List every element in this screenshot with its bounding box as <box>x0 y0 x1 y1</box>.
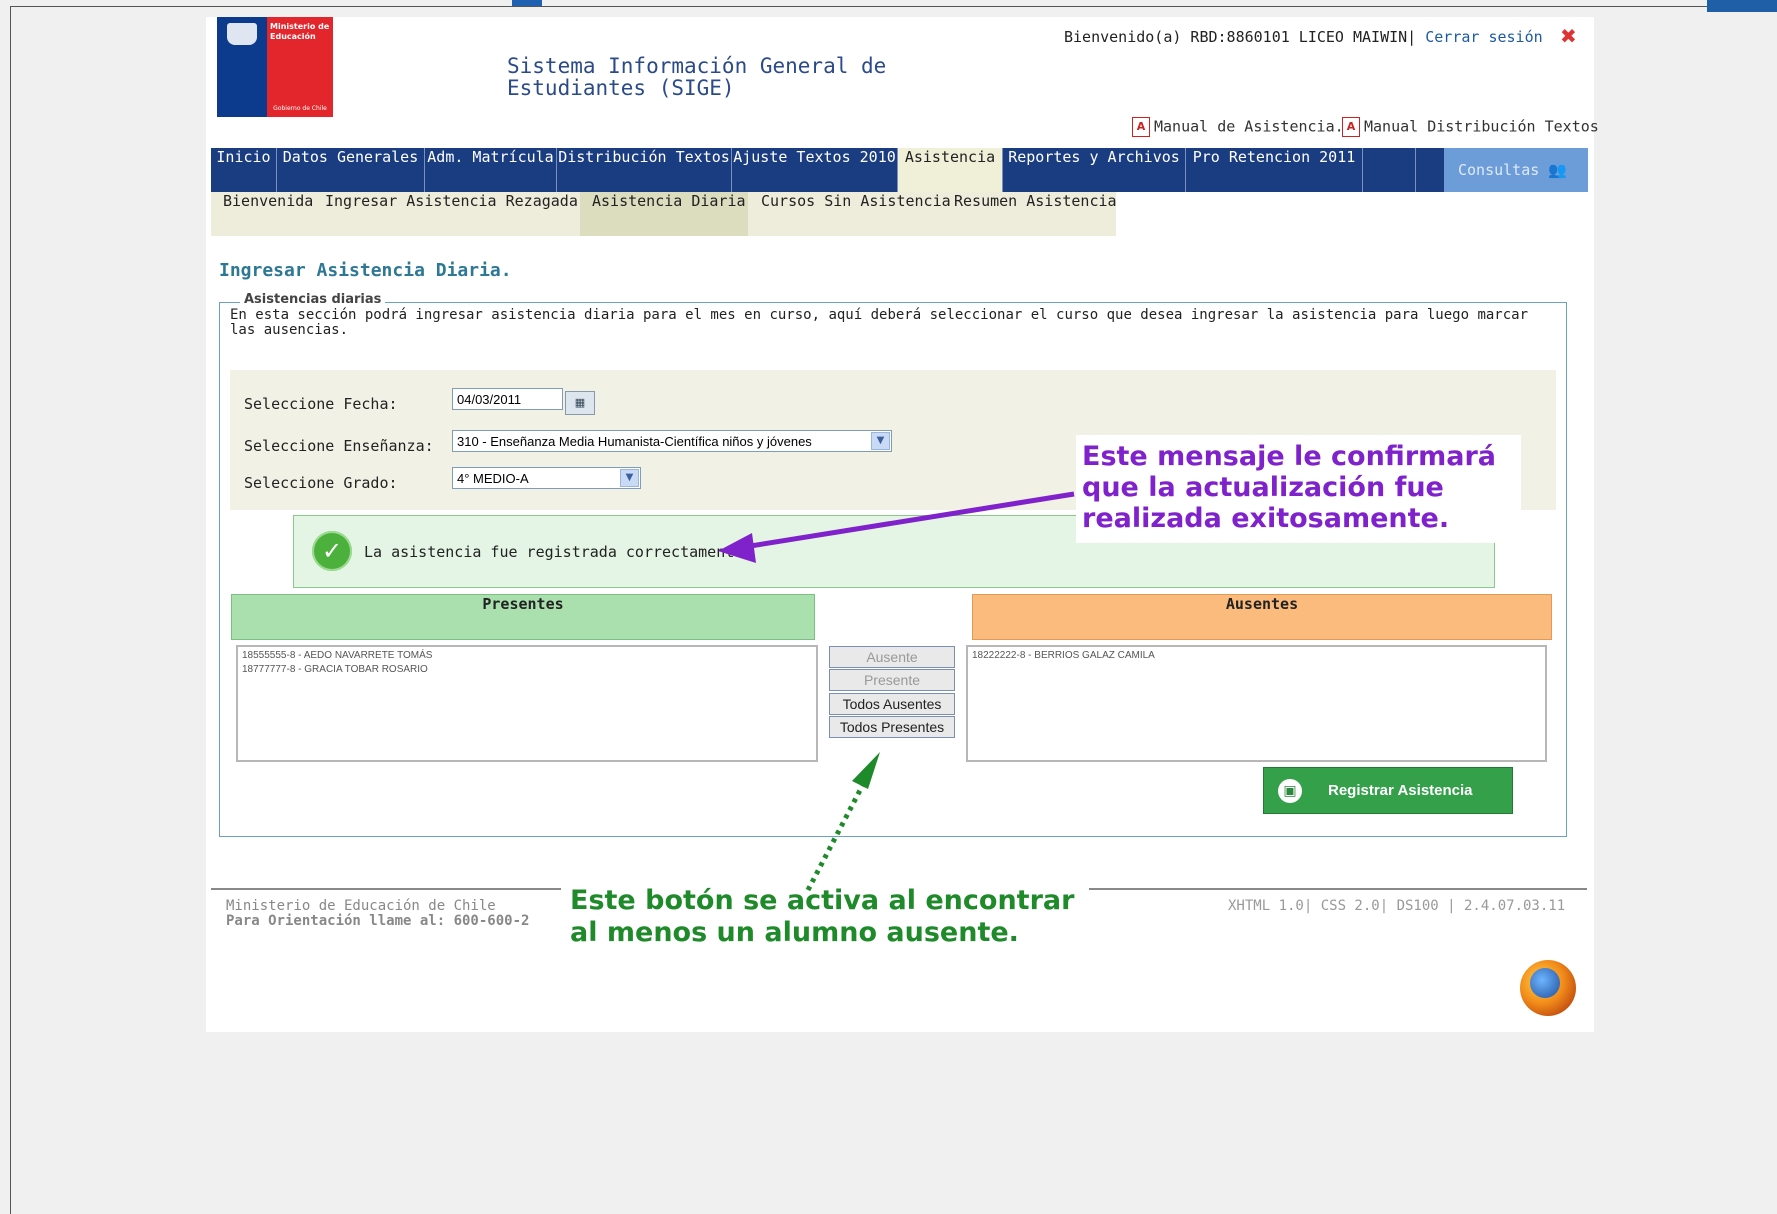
footer-ministerio: Ministerio de Educación de Chile <box>226 898 496 914</box>
check-icon: ✓ <box>312 531 352 571</box>
subnav-item-cursos-sin-asistencia[interactable]: Cursos Sin Asistencia <box>749 192 951 236</box>
annotation-confirm-message: Este mensaje le confirmará que la actual… <box>1076 435 1521 543</box>
nav-item-adm-matricula[interactable]: Adm. Matrícula <box>425 148 557 192</box>
manual-asistencia-link[interactable]: A Manual de Asistencia. <box>1132 117 1344 137</box>
top-edge-marker <box>512 0 542 6</box>
grado-select[interactable]: 4° MEDIO-A ▼ <box>452 467 641 489</box>
success-message: La asistencia fue registrada correctamen… <box>364 543 753 561</box>
nav-item-consultas[interactable]: Consultas 👥 <box>1444 148 1588 192</box>
list-item[interactable]: 18555555-8 - AEDO NAVARRETE TOMÁS <box>242 649 812 663</box>
footer-orientacion: Para Orientación llame al: 600-600-2 <box>226 913 530 929</box>
subnav-item-bienvenida[interactable]: Bienvenida <box>211 192 313 236</box>
grado-label: Seleccione Grado: <box>244 474 398 492</box>
subnav-item-asistencia-diaria[interactable]: Asistencia Diaria <box>580 192 748 236</box>
footer-divider <box>1082 888 1587 890</box>
welcome-bar: Bienvenido(a) RBD:8860101 LICEO MAIWIN| … <box>1064 28 1543 46</box>
main-nav: Inicio Datos Generales Adm. Matrícula Di… <box>211 148 1588 192</box>
intro-text: En esta sección podrá ingresar asistenci… <box>230 307 1529 338</box>
pdf-icon: A <box>1342 117 1360 137</box>
ausentes-list[interactable]: 18222222-8 - BERRIOS GALAZ CAMILA <box>966 645 1547 762</box>
calendar-icon[interactable]: ▦ <box>565 391 595 415</box>
chevron-down-icon: ▼ <box>620 469 639 487</box>
presentes-list[interactable]: 18555555-8 - AEDO NAVARRETE TOMÁS 187777… <box>236 645 818 762</box>
nav-item-pro-retencion[interactable]: Pro Retencion 2011 <box>1186 148 1363 192</box>
manual-distribucion-link[interactable]: A Manual Distribución Textos <box>1342 117 1599 137</box>
fecha-input[interactable]: 04/03/2011 <box>452 388 563 410</box>
footer-versions: XHTML 1.0| CSS 2.0| DS100 | 2.4.07.03.11 <box>1228 898 1566 914</box>
nav-item-reportes[interactable]: Reportes y Archivos <box>1003 148 1186 192</box>
todos-ausentes-button[interactable]: Todos Ausentes <box>829 693 955 715</box>
firefox-icon <box>1520 960 1576 1016</box>
logo-text: Ministerio de Educación <box>270 22 330 41</box>
logout-link[interactable]: Cerrar sesión <box>1425 28 1542 46</box>
chevron-down-icon: ▼ <box>871 432 890 450</box>
nav-item-asistencia[interactable]: Asistencia <box>898 148 1003 192</box>
users-icon: 👥 <box>1548 161 1567 179</box>
fecha-label: Seleccione Fecha: <box>244 395 398 413</box>
welcome-text: Bienvenido(a) RBD:8860101 LICEO MAIWIN| <box>1064 28 1417 46</box>
ministerio-logo[interactable]: Ministerio de Educación Gobierno de Chile <box>217 17 333 117</box>
nav-item-ajuste-textos[interactable]: Ajuste Textos 2010 <box>732 148 898 192</box>
nav-item-inicio[interactable]: Inicio <box>211 148 277 192</box>
ensenanza-select[interactable]: 310 - Enseñanza Media Humanista-Científi… <box>452 430 892 452</box>
crest-icon <box>227 23 257 45</box>
pdf-icon: A <box>1132 117 1150 137</box>
list-item[interactable]: 18222222-8 - BERRIOS GALAZ CAMILA <box>972 649 1541 663</box>
list-item[interactable]: 18777777-8 - GRACIA TOBAR ROSARIO <box>242 663 812 677</box>
ausente-button[interactable]: Ausente <box>829 646 955 668</box>
ensenanza-label: Seleccione Enseñanza: <box>244 437 434 455</box>
presente-button[interactable]: Presente <box>829 669 955 691</box>
nav-item-distribucion-textos[interactable]: Distribución Textos <box>557 148 732 192</box>
top-right-edge-marker <box>1707 0 1777 12</box>
presentes-header: Presentes <box>231 594 815 640</box>
system-title: Sistema Información General de Estudiant… <box>507 54 887 100</box>
nav-item-empty <box>1363 148 1416 192</box>
sub-nav: Bienvenida Ingresar Asistencia Rezagada … <box>211 192 1117 236</box>
subnav-item-rezagada[interactable]: Ingresar Asistencia Rezagada <box>312 192 578 236</box>
subnav-item-resumen[interactable]: Resumen Asistencia <box>942 192 1117 236</box>
ausentes-header: Ausentes <box>972 594 1552 640</box>
logo-footer: Gobierno de Chile <box>273 105 327 112</box>
save-icon: ▣ <box>1278 779 1302 803</box>
annotation-button-activates: Este botón se activa al encontrar al men… <box>566 883 1089 951</box>
fieldset-legend: Asistencias diarias <box>240 292 386 307</box>
footer-divider <box>211 888 561 890</box>
close-icon[interactable]: ✖ <box>1560 24 1577 48</box>
todos-presentes-button[interactable]: Todos Presentes <box>829 716 955 738</box>
nav-item-datos-generales[interactable]: Datos Generales <box>277 148 425 192</box>
page-title: Ingresar Asistencia Diaria. <box>219 260 512 281</box>
registrar-asistencia-button[interactable]: ▣ Registrar Asistencia <box>1263 767 1513 814</box>
